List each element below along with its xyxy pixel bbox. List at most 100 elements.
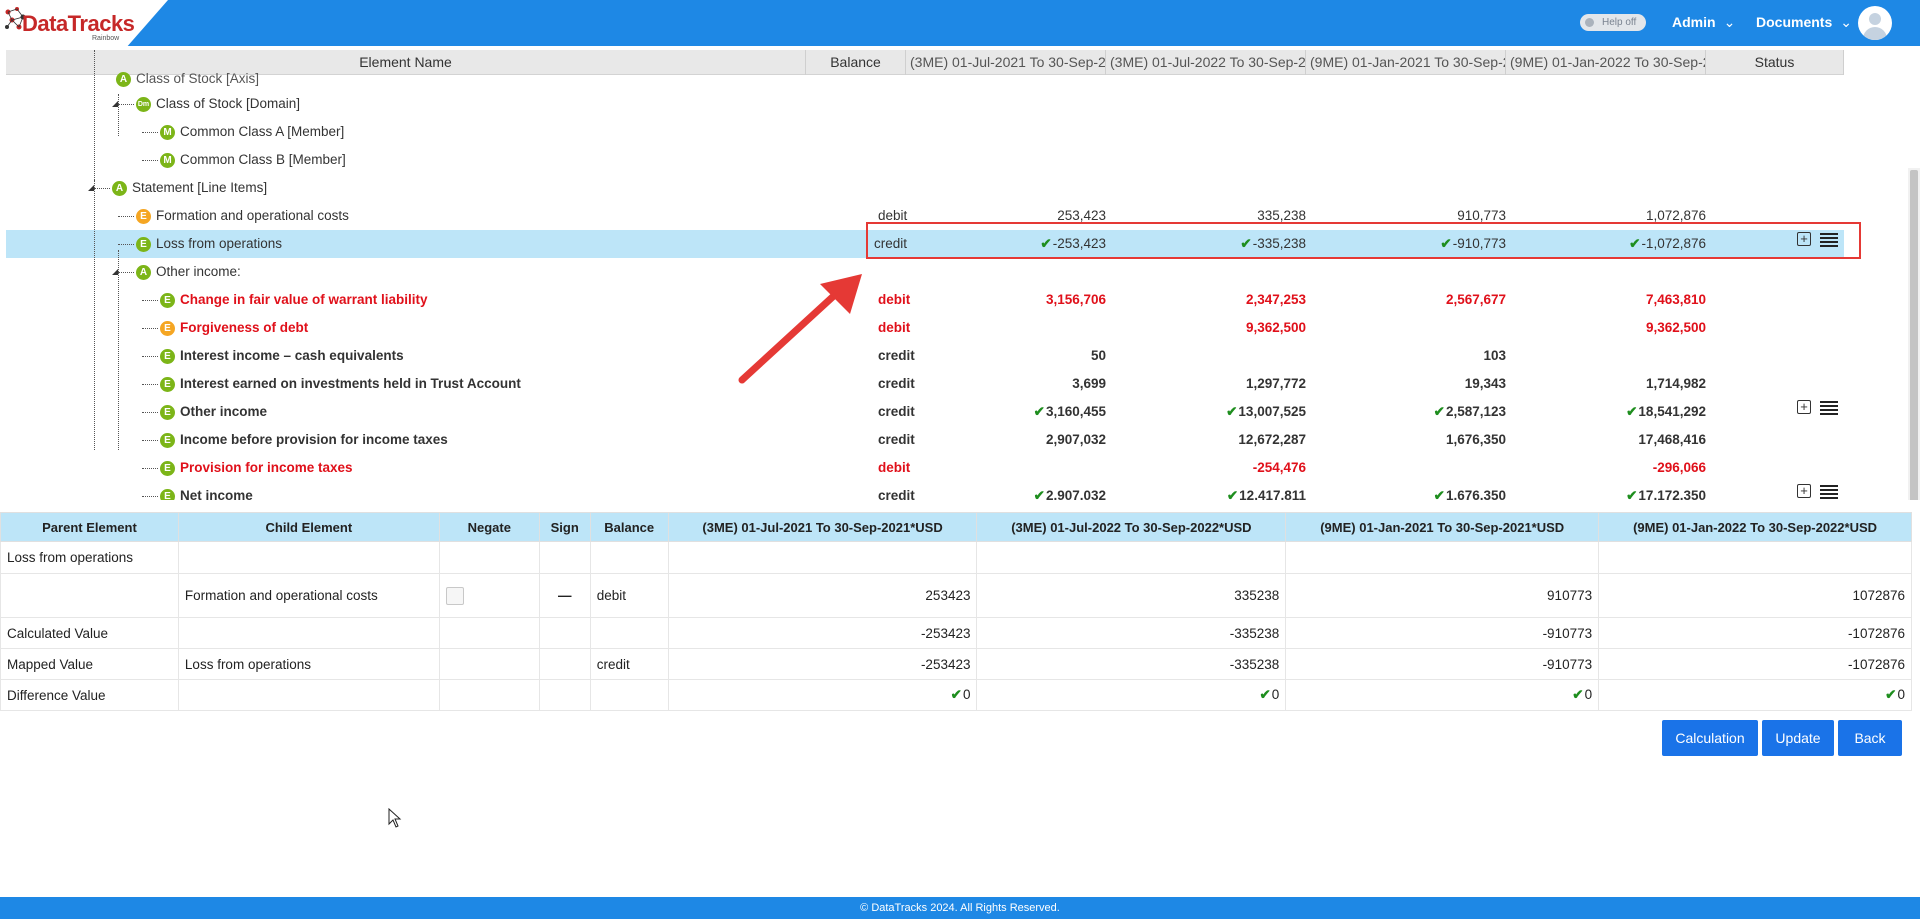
tree-row-value[interactable] [1506, 174, 1706, 202]
element-type-badge-icon: M [160, 125, 175, 140]
tree-scrollbar[interactable] [1908, 168, 1920, 500]
tree-row-value[interactable] [1306, 174, 1506, 202]
tree-row[interactable]: E Interest earned on investments held in … [6, 370, 1844, 398]
list-details-icon[interactable] [1820, 485, 1838, 499]
tree-row[interactable]: E Other income credit ✔3,160,455 ✔13,007,525… [6, 398, 1844, 426]
tree-connector [142, 160, 158, 161]
tree-row-value[interactable] [1106, 118, 1306, 146]
tree-row-value[interactable]: 3,156,706 [906, 286, 1106, 314]
tree-row-value[interactable] [1306, 454, 1506, 482]
negate-checkbox[interactable] [445, 586, 464, 605]
tree-row-value[interactable]: 50 [906, 342, 1106, 370]
tree-row[interactable]: E Interest income – cash equivalents credi… [6, 342, 1844, 370]
tree-row-value[interactable]: ✔2,587,123 [1306, 398, 1506, 426]
logo[interactable]: DataTracks Rainbow [0, 0, 168, 46]
tree-connector [142, 328, 158, 329]
tree-row-value[interactable]: 7,463,810 [1506, 286, 1706, 314]
element-type-badge-icon: E [160, 377, 175, 392]
element-type-badge-icon: E [160, 321, 175, 336]
difference-value: 0 [962, 687, 971, 702]
tree-row-value[interactable]: ✔3,160,455 [906, 398, 1106, 426]
value-cell: 253423 [667, 573, 978, 618]
element-type-badge-icon: M [160, 153, 175, 168]
tree-row-value[interactable]: 17,468,416 [1506, 426, 1706, 454]
tree-row-value[interactable] [1506, 90, 1706, 118]
tree-row-value[interactable] [1106, 90, 1306, 118]
tree-row-value[interactable]: ✔1,676,350 [1306, 482, 1506, 500]
header-negate: Negate [438, 512, 540, 542]
tree-row-value[interactable]: 1,714,982 [1506, 370, 1706, 398]
tree-row-value[interactable] [1306, 90, 1506, 118]
tree-row-partial[interactable]: A Class of Stock [Axis] [6, 65, 1844, 93]
back-button[interactable]: Back [1838, 720, 1902, 756]
tree-row-value[interactable]: ✔2,907,032 [906, 482, 1106, 500]
tree-row-value[interactable] [906, 174, 1106, 202]
tree-row-value[interactable] [1306, 258, 1506, 286]
tree-row-value[interactable] [1106, 174, 1306, 202]
tree-row-value[interactable]: ✔17,172,350 [1506, 482, 1706, 500]
tree-row-value[interactable]: 2,567,677 [1306, 286, 1506, 314]
tree-row-value[interactable]: 103 [1306, 342, 1506, 370]
tree-row[interactable]: ◢ A Statement [Line Items] [6, 174, 1844, 202]
tree-row-value[interactable]: 19,343 [1306, 370, 1506, 398]
scrollbar-thumb[interactable] [1910, 170, 1918, 500]
tree-row-value[interactable] [906, 90, 1106, 118]
tree-row-value[interactable] [906, 118, 1106, 146]
tree-row-value[interactable] [1106, 146, 1306, 174]
tree-row-value[interactable] [1306, 146, 1506, 174]
tree-guide-line [118, 94, 119, 136]
tree-row[interactable]: ◢ A Other income: [6, 258, 1844, 286]
tree-row-value[interactable]: 3,699 [906, 370, 1106, 398]
expand-calculation-icon[interactable]: + [1797, 400, 1811, 414]
list-details-icon[interactable] [1820, 401, 1838, 415]
tree-row[interactable]: M Common Class A [Member] [6, 118, 1844, 146]
tree-row[interactable]: E Provision for income taxes debit -254,476… [6, 454, 1844, 482]
tree-row-value[interactable] [1306, 118, 1506, 146]
tree-row-value[interactable] [1506, 342, 1706, 370]
tree-connector [142, 440, 158, 441]
tree-connector [142, 300, 158, 301]
tree-row-value[interactable] [1106, 258, 1306, 286]
tree-row-value[interactable] [906, 258, 1106, 286]
documents-menu[interactable]: Documents ⌄ [1756, 14, 1852, 31]
tree-row-value[interactable]: 1,297,772 [1106, 370, 1306, 398]
tree-row-value[interactable] [1506, 258, 1706, 286]
value-cell: -253423 [667, 617, 978, 649]
tree-row-value[interactable]: 9,362,500 [1506, 314, 1706, 342]
tree-row-label: Income before provision for income taxes [180, 432, 448, 447]
tree-row-value[interactable] [1306, 314, 1506, 342]
calculation-button[interactable]: Calculation [1662, 720, 1758, 756]
tree-row-value[interactable]: -296,066 [1506, 454, 1706, 482]
user-avatar[interactable] [1858, 6, 1892, 40]
update-button[interactable]: Update [1762, 720, 1834, 756]
tree-row-value[interactable]: 9,362,500 [1106, 314, 1306, 342]
tree-row[interactable]: ◢ Dm Class of Stock [Domain] [6, 90, 1844, 118]
tree-row[interactable]: E Net income credit ✔2,907,032 ✔12,417,811 ✔1… [6, 482, 1844, 500]
tree-row-value[interactable] [1506, 118, 1706, 146]
tree-connector [118, 244, 134, 245]
admin-menu-label: Admin [1672, 14, 1716, 30]
tree-row-value[interactable] [906, 454, 1106, 482]
tree-row-value[interactable] [1506, 146, 1706, 174]
tree-row[interactable]: E Change in fair value of warrant liabili… [6, 286, 1844, 314]
tree-row[interactable]: M Common Class B [Member] [6, 146, 1844, 174]
tree-guide-line [118, 250, 119, 450]
tree-row-value[interactable]: ✔12,417,811 [1106, 482, 1306, 500]
tree-row-value[interactable]: 2,347,253 [1106, 286, 1306, 314]
tree-row-value[interactable]: 2,907,032 [906, 426, 1106, 454]
tree-row-value[interactable]: 1,676,350 [1306, 426, 1506, 454]
tree-row-value[interactable] [906, 146, 1106, 174]
tree-row[interactable]: E Income before provision for income taxe… [6, 426, 1844, 454]
tree-row-value[interactable]: 12,672,287 [1106, 426, 1306, 454]
tree-row-value[interactable] [1106, 342, 1306, 370]
tree-row-value[interactable]: ✔13,007,525 [1106, 398, 1306, 426]
tree-row-value[interactable]: -254,476 [1106, 454, 1306, 482]
expand-calculation-icon[interactable]: + [1797, 484, 1811, 498]
logo-subtitle: Rainbow [92, 35, 120, 42]
check-icon: ✔ [1226, 404, 1238, 419]
admin-menu[interactable]: Admin ⌄ [1672, 14, 1735, 31]
help-toggle[interactable]: Help off [1580, 14, 1646, 31]
tree-row-value[interactable] [906, 314, 1106, 342]
tree-row[interactable]: E Forgiveness of debt debit 9,362,500 9,362,… [6, 314, 1844, 342]
tree-row-value[interactable]: ✔18,541,292 [1506, 398, 1706, 426]
